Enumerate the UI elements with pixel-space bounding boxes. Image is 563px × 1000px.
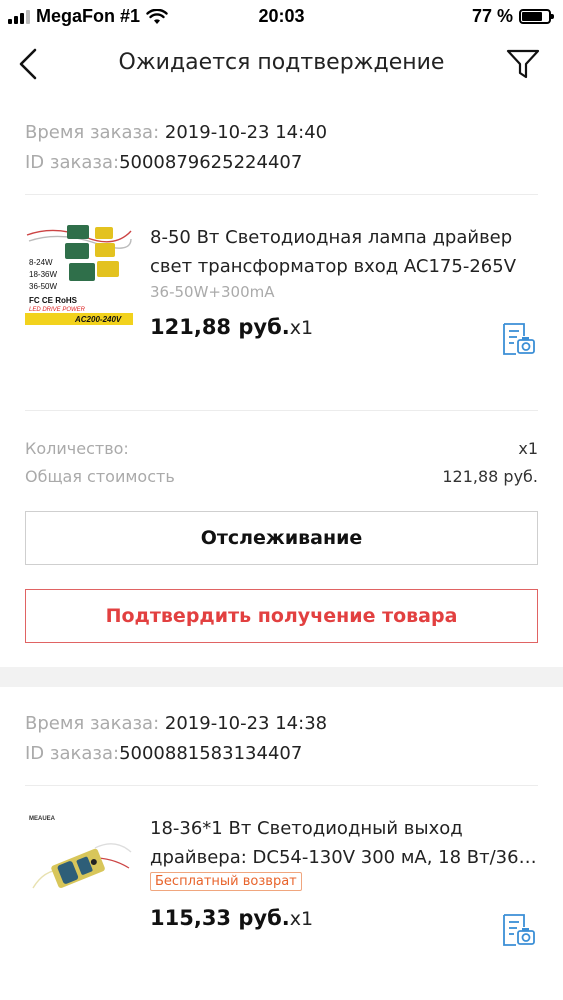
battery-icon [519,9,554,24]
photo-receipt-icon[interactable] [500,321,536,357]
order-id-label: ID заказа: [25,743,120,764]
order-time-value: 2019-10-23 14:40 [164,122,328,143]
product-image[interactable]: 8-24W 18-36W 36-50W FC CE RoHS LED DRIVE… [25,217,133,325]
quantity-value: x1 [518,439,538,458]
order-list: Время заказа: 2019-10-23 14:40 ID заказа… [0,96,563,996]
price-value: 121,88 руб. [150,315,290,339]
order-card: Время заказа: 2019-10-23 14:40 ID заказа… [0,96,563,643]
product-sku: 36-50W+300mA [150,283,275,301]
image-brand-label: MEAUEA [29,816,56,822]
order-divider [0,667,563,687]
photo-receipt-icon[interactable] [500,912,536,948]
order-header: Время заказа: 2019-10-23 14:38 ID заказа… [25,687,538,786]
order-product[interactable]: 8-24W 18-36W 36-50W FC CE RoHS LED DRIVE… [25,195,538,411]
order-id: ID заказа:5000879625224407 [25,148,538,178]
nav-bar: Ожидается подтверждение [0,34,563,96]
battery-fill [522,12,543,21]
order-id-label: ID заказа: [25,152,120,173]
battery-percent: 77 % [471,6,513,26]
filter-button[interactable] [503,46,543,82]
image-label-cert: FC CE RoHS [29,296,78,305]
order-time-value: 2019-10-23 14:38 [164,713,328,734]
order-header: Время заказа: 2019-10-23 14:40 ID заказа… [25,96,538,195]
order-summary: Количество: x1 Общая стоимость 121,88 ру… [25,411,538,491]
order-card: Время заказа: 2019-10-23 14:38 ID заказа… [0,687,563,996]
product-title[interactable]: 8-50 Вт Светодиодная лампа драйвер свет … [150,223,538,281]
summary-total: Общая стоимость 121,88 руб. [25,463,538,491]
image-label-18-36w: 18-36W [29,270,57,279]
order-time: Время заказа: 2019-10-23 14:38 [25,709,538,739]
order-time-label: Время заказа: [25,713,160,734]
product-price: 115,33 руб.x1 [150,906,313,930]
image-label-ac: AC200-240V [74,315,122,324]
image-label-led-drive: LED DRIVE POWER [29,307,86,313]
image-label-36-50w: 36-50W [29,282,57,291]
total-value: 121,88 руб. [442,467,538,486]
order-id: ID заказа:5000881583134407 [25,739,538,769]
image-label-8-24w: 8-24W [29,258,53,267]
tracking-button[interactable]: Отслеживание [25,511,538,565]
product-price: 121,88 руб.x1 [150,315,313,339]
order-id-value[interactable]: 5000879625224407 [119,152,302,173]
filter-icon [506,49,540,79]
order-time-label: Время заказа: [25,122,160,143]
product-title[interactable]: 18-36*1 Вт Светодиодный выход драйвера: … [150,814,538,872]
confirm-receipt-button[interactable]: Подтвердить получение товара [25,589,538,643]
price-qty: x1 [289,317,314,339]
quantity-label: Количество: [25,439,129,458]
order-time: Время заказа: 2019-10-23 14:40 [25,118,538,148]
price-qty: x1 [289,908,314,930]
product-image[interactable]: MEAUEA [25,808,133,916]
total-label: Общая стоимость [25,467,175,486]
status-bar: MegaFon #1 20:03 77 % [0,0,563,34]
page-title: Ожидается подтверждение [118,50,445,75]
free-return-badge: Бесплатный возврат [150,872,302,891]
chevron-left-icon [19,48,37,80]
order-product[interactable]: MEAUEA 18-36*1 Вт Светодиодный выход дра… [25,786,538,996]
summary-quantity: Количество: x1 [25,435,538,463]
order-id-value[interactable]: 5000881583134407 [119,743,302,764]
back-button[interactable] [10,44,46,84]
price-value: 115,33 руб. [150,906,290,930]
status-right: 77 % [471,6,554,27]
